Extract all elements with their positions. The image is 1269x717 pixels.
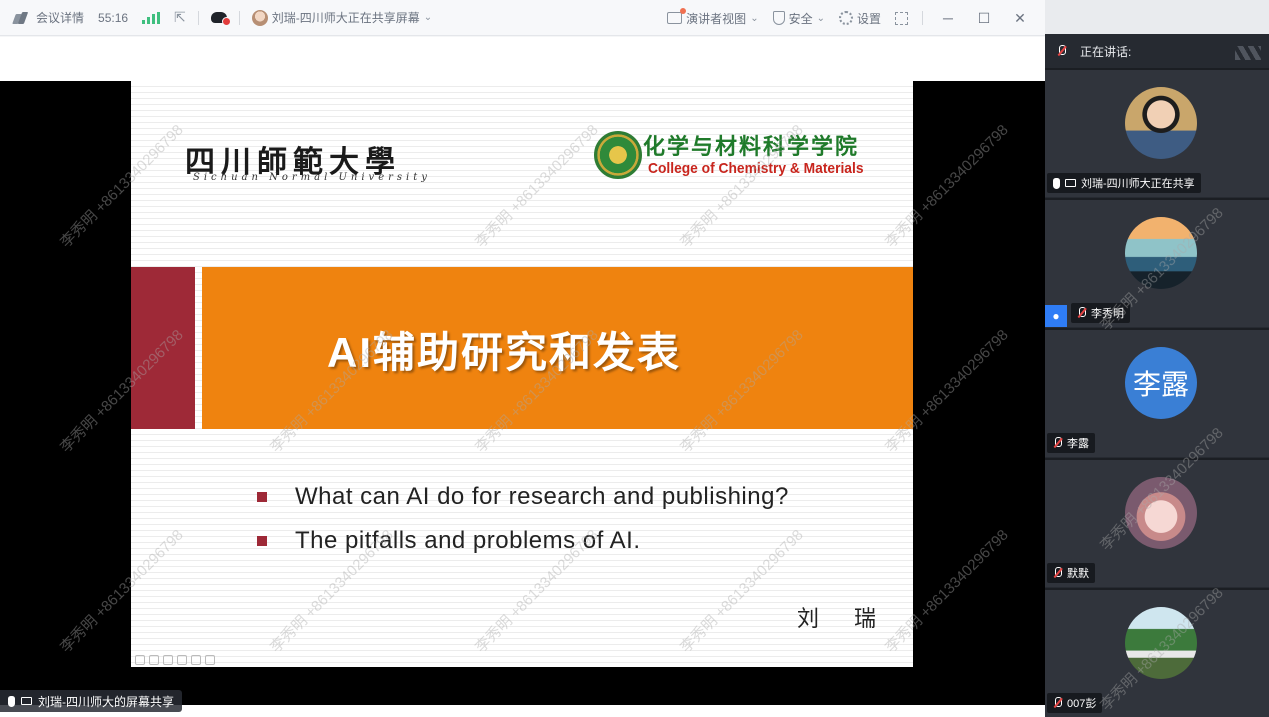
sharer-status-dropdown[interactable]: 刘瑞-四川师大正在共享屏幕 ⌄: [251, 0, 433, 36]
sharer-avatar: [251, 9, 268, 26]
meeting-details-label: 会议详情: [36, 11, 85, 25]
toolbar-divider: [197, 10, 199, 25]
meeting-timer: 55:16: [98, 10, 129, 25]
fullscreen-icon[interactable]: [895, 11, 908, 25]
self-user-icon: ●: [1045, 305, 1067, 327]
close-button[interactable]: ✕: [1009, 10, 1031, 27]
bullet-item: The pitfalls and problems of AI.: [257, 519, 789, 563]
bullet-text: The pitfalls and problems of AI.: [295, 527, 641, 554]
slide-menu-icon[interactable]: [205, 655, 215, 665]
participant-tile[interactable]: ● 李秀明: [1045, 198, 1269, 327]
shared-screen-area: 四川師範大學 Sichuan Normal University 化学与材料科学…: [0, 37, 1045, 717]
settings-label: 设置: [856, 11, 881, 26]
mic-icon: [1053, 177, 1060, 189]
university-logo-en: Sichuan Normal University: [193, 172, 431, 183]
mic-icon: [8, 695, 15, 707]
bullet-square-icon: [257, 492, 267, 502]
mic-off-icon: [1077, 307, 1086, 319]
chevron-down-icon: ⌄: [816, 12, 825, 24]
avatar: [1125, 87, 1197, 159]
toolbar-divider: [922, 11, 923, 25]
participant-panel: 正在讲话: 刘瑞-四川师大正在共享 ● 李秀明 李露 李露 默默 007彭 李秀…: [1045, 0, 1269, 717]
bullet-item: What can AI do for research and publishi…: [257, 475, 789, 519]
participant-name-tag: 默默: [1047, 563, 1095, 583]
participant-name: 007彭: [1067, 698, 1097, 710]
meeting-logo-icon: [12, 11, 32, 24]
meeting-details-button[interactable]: 会议详情: [0, 0, 84, 36]
bullet-list: What can AI do for research and publishi…: [257, 475, 789, 563]
participant-name: 默默: [1067, 568, 1089, 580]
slide-controls[interactable]: [135, 655, 215, 665]
participant-name-tag: 李露: [1047, 433, 1095, 453]
presenter-view-button[interactable]: 演讲者视图 ⌄: [667, 0, 759, 36]
participant-tile[interactable]: 默默: [1045, 458, 1269, 587]
security-button[interactable]: 安全 ⌄: [772, 0, 825, 36]
mic-off-icon: [1053, 437, 1062, 449]
college-seal-icon: [594, 131, 642, 179]
minimize-button[interactable]: ─: [937, 10, 959, 26]
slide-prev-icon[interactable]: [135, 655, 145, 665]
presentation-slide: 四川師範大學 Sichuan Normal University 化学与材料科学…: [131, 81, 913, 667]
screen-share-label: 刘瑞-四川师大的屏幕共享: [0, 690, 182, 712]
avatar: [1125, 217, 1197, 289]
settings-button[interactable]: 设置: [838, 0, 881, 36]
college-name-cn: 化学与材料科学学院: [643, 134, 860, 159]
slide-next-icon[interactable]: [149, 655, 159, 665]
bullet-square-icon: [257, 536, 267, 546]
participant-name-tag: 李秀明: [1071, 303, 1130, 323]
sharer-status-text: 刘瑞-四川师大正在共享屏幕: [271, 11, 420, 25]
presenter-view-icon: [667, 8, 687, 24]
screen-share-icon: [21, 697, 32, 705]
participant-name: 李露: [1067, 438, 1089, 450]
slide-title: AI辅助研究和发表: [327, 329, 682, 376]
cloud-record-icon[interactable]: [210, 12, 231, 26]
slide-zoom-icon[interactable]: [177, 655, 187, 665]
participant-name: 李秀明: [1091, 308, 1124, 320]
screen-share-label-text: 刘瑞-四川师大的屏幕共享: [38, 694, 174, 709]
title-band-accent: [131, 267, 195, 429]
speaking-label: 正在讲话:: [1080, 44, 1132, 59]
screen-share-icon: [1065, 179, 1076, 187]
college-name-en: College of Chemistry & Materials: [648, 160, 864, 177]
pop-out-icon[interactable]: ⇱: [174, 9, 186, 26]
participant-name-tag: 007彭: [1047, 693, 1103, 713]
avatar: [1125, 607, 1197, 679]
maximize-button[interactable]: ☐: [973, 10, 995, 27]
presenter-view-label: 演讲者视图: [686, 11, 747, 26]
bullet-text: What can AI do for research and publishi…: [295, 483, 789, 510]
mic-off-icon: [1057, 45, 1066, 57]
shield-icon: [772, 11, 785, 25]
mic-off-icon: [1053, 697, 1062, 709]
slide-grid-icon[interactable]: [191, 655, 201, 665]
chevron-down-icon: ⌄: [750, 12, 759, 24]
panel-logo-icon: [1235, 46, 1261, 60]
security-label: 安全: [788, 11, 813, 26]
participant-tile[interactable]: 007彭: [1045, 588, 1269, 717]
slide-author: 刘 瑞: [797, 607, 890, 632]
title-band: AI辅助研究和发表: [131, 267, 913, 429]
mic-off-icon: [1053, 567, 1062, 579]
meeting-toolbar: 会议详情 55:16 ⇱ 刘瑞-四川师大正在共享屏幕 ⌄ 演讲者视图 ⌄ 安全 …: [0, 0, 1045, 36]
toolbar-divider: [238, 10, 240, 25]
chevron-down-icon: ⌄: [423, 12, 433, 23]
signal-icon[interactable]: [142, 11, 161, 24]
participant-name: 刘瑞-四川师大正在共享: [1081, 178, 1195, 190]
avatar: 李露: [1125, 347, 1197, 419]
slide-pen-icon[interactable]: [163, 655, 173, 665]
panel-top-strip: [1045, 0, 1269, 34]
title-band-main: AI辅助研究和发表: [202, 267, 913, 429]
toolbar-right: 演讲者视图 ⌄ 安全 ⌄ 设置 ─ ☐ ✕: [667, 0, 1045, 36]
avatar: [1125, 477, 1197, 549]
participant-name-tag: 刘瑞-四川师大正在共享: [1047, 173, 1201, 193]
gear-icon: [838, 11, 853, 25]
participant-tile[interactable]: 李露 李露: [1045, 328, 1269, 457]
slide-header: 四川師範大學 Sichuan Normal University 化学与材料科学…: [131, 81, 913, 213]
participant-tile[interactable]: 刘瑞-四川师大正在共享: [1045, 68, 1269, 197]
